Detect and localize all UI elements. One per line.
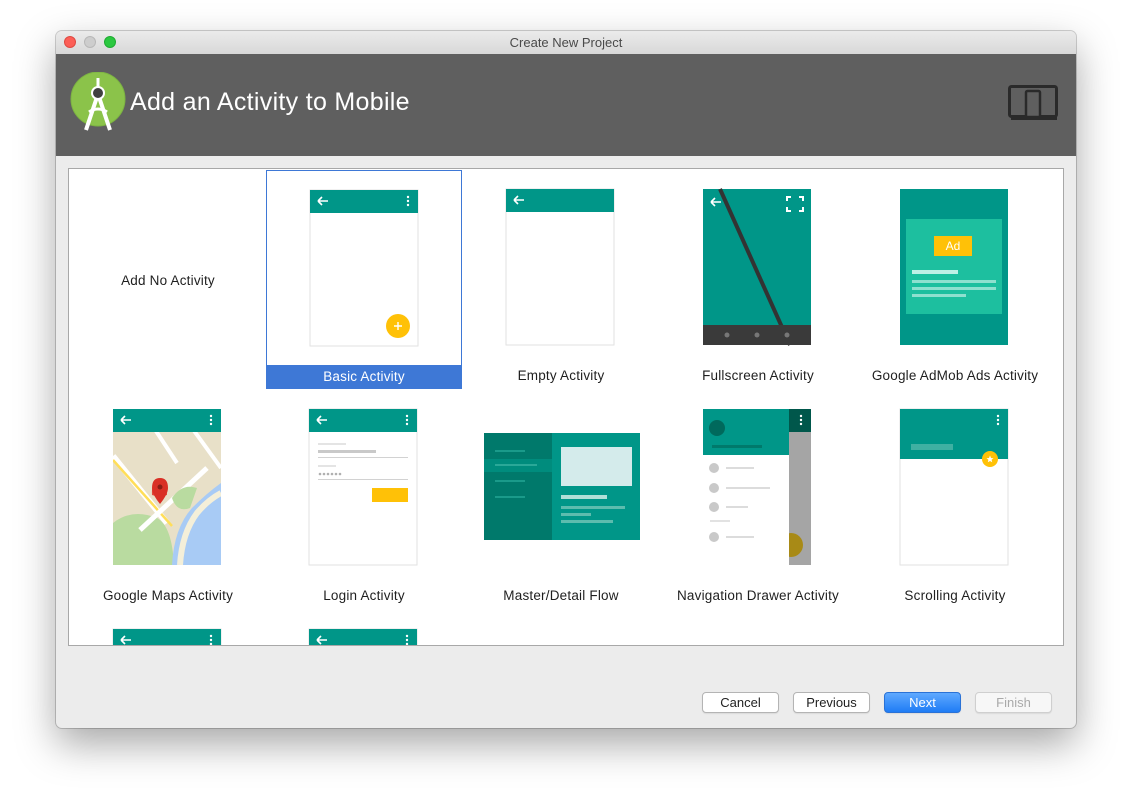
finish-button: Finish	[975, 692, 1052, 713]
tile-label: Login Activity	[323, 588, 405, 603]
tile-master-detail-flow[interactable]: Master/Detail Flow	[463, 390, 659, 609]
android-studio-logo-icon	[70, 72, 126, 131]
tile-label: Master/Detail Flow	[503, 588, 619, 603]
tile-admob-activity[interactable]: Ad Google AdMob Ads Activity	[857, 170, 1053, 389]
next-button[interactable]: Next	[884, 692, 961, 713]
tile-label: Fullscreen Activity	[702, 368, 814, 383]
basic-activity-preview	[309, 189, 419, 347]
tile-empty-activity[interactable]: Empty Activity	[463, 170, 659, 389]
master-detail-preview	[484, 433, 640, 540]
tile-basic-activity[interactable]: Basic Activity	[266, 170, 462, 389]
tile-add-no-activity[interactable]: Add No Activity	[70, 170, 266, 389]
empty-activity-preview	[505, 188, 615, 346]
tile-label: Google Maps Activity	[102, 588, 234, 603]
cancel-button[interactable]: Cancel	[702, 692, 779, 713]
dialog-window: Create New Project Add an Activity to Mo…	[56, 31, 1076, 728]
tile-label: Basic Activity	[267, 365, 461, 389]
fullscreen-activity-preview	[703, 188, 811, 346]
phone-tablet-icon	[1008, 85, 1058, 120]
maps-activity-preview	[113, 409, 221, 565]
row3-preview-1	[112, 628, 222, 645]
tile-fullscreen-activity[interactable]: Fullscreen Activity	[660, 170, 856, 389]
tile-scrolling-activity[interactable]: Scrolling Activity	[857, 390, 1053, 609]
tile-navigation-drawer-activity[interactable]: Navigation Drawer Activity	[660, 390, 856, 609]
login-activity-preview	[308, 408, 418, 566]
tile-login-activity[interactable]: Login Activity	[266, 390, 462, 609]
tile-label: Add No Activity	[121, 273, 215, 288]
tile-label: Navigation Drawer Activity	[676, 588, 839, 603]
tile-label: Empty Activity	[517, 368, 605, 383]
activity-gallery[interactable]: Add No Activity Basic Activity Empty Act…	[68, 168, 1064, 646]
wizard-header: Add an Activity to Mobile	[56, 54, 1076, 156]
admob-activity-preview: Ad	[900, 189, 1008, 345]
tile-label: Scrolling Activity	[904, 588, 1006, 603]
tile-google-maps-activity[interactable]: Google Maps Activity	[70, 390, 266, 609]
row3-preview-2	[308, 628, 418, 645]
window-title: Create New Project	[509, 35, 623, 50]
tile-row3-item-2[interactable]	[266, 610, 462, 645]
previous-button[interactable]: Previous	[793, 692, 870, 713]
title-bar: Create New Project	[56, 31, 1076, 55]
wizard-title: Add an Activity to Mobile	[130, 88, 410, 116]
tile-row3-item-1[interactable]	[70, 610, 266, 645]
nav-drawer-preview	[703, 409, 811, 565]
tile-label: Google AdMob Ads Activity	[871, 368, 1039, 383]
ad-badge-text: Ad	[946, 239, 961, 253]
scrolling-activity-preview	[899, 408, 1009, 566]
